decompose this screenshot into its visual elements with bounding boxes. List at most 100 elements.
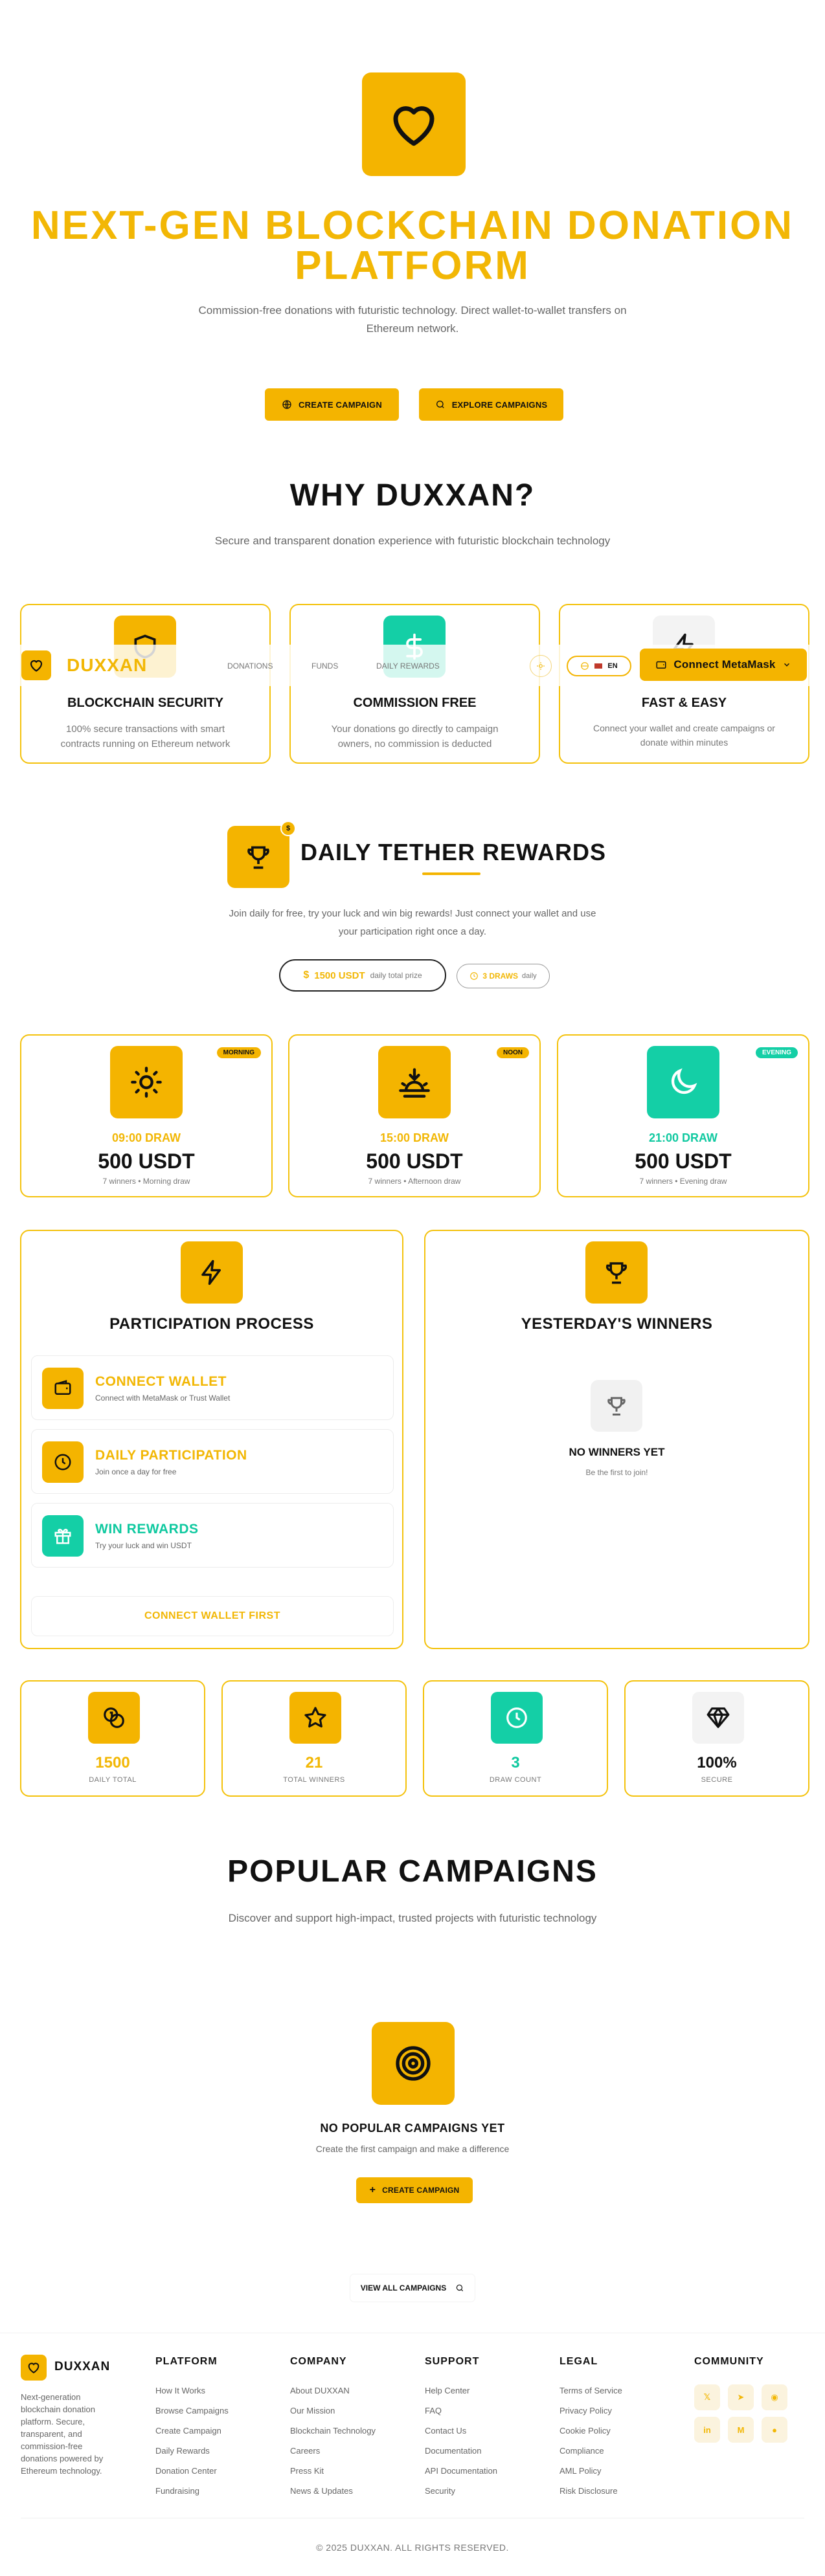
footer-link[interactable]: Help Center bbox=[425, 2386, 497, 2395]
language-select[interactable]: EN bbox=[567, 656, 631, 676]
diamond-icon bbox=[706, 1707, 730, 1728]
stat-total-winners: 21 TOTAL WINNERS bbox=[221, 1680, 407, 1797]
twitter-icon[interactable]: 𝕏 bbox=[694, 2384, 720, 2410]
footer-link[interactable]: Cookie Policy bbox=[559, 2426, 622, 2436]
step-win-rewards: WIN REWARDS Try your luck and win USDT bbox=[31, 1503, 394, 1568]
hero-logo bbox=[362, 72, 466, 176]
brand-name[interactable]: DUXXAN bbox=[67, 655, 147, 676]
footer-link[interactable]: Our Mission bbox=[290, 2406, 376, 2415]
step-daily-participation: DAILY PARTICIPATION Join once a day for … bbox=[31, 1429, 394, 1494]
heart-icon bbox=[30, 660, 43, 672]
nav-donations[interactable]: DONATIONS bbox=[227, 661, 273, 671]
footer-link[interactable]: Create Campaign bbox=[155, 2426, 229, 2436]
sun-icon bbox=[131, 1067, 162, 1098]
popular-subtitle: Discover and support high-impact, truste… bbox=[228, 1912, 597, 1924]
explore-campaigns-button[interactable]: EXPLORE CAMPAIGNS bbox=[419, 388, 563, 421]
heart-icon bbox=[28, 2362, 40, 2373]
footer-link[interactable]: Daily Rewards bbox=[155, 2446, 229, 2456]
draw-time: 09:00 DRAW bbox=[111, 1131, 181, 1144]
chevron-down-icon bbox=[784, 663, 789, 667]
medium-icon[interactable]: M bbox=[728, 2417, 754, 2443]
footer-community: COMMUNITY bbox=[694, 2356, 764, 2367]
telegram-icon[interactable]: ➤ bbox=[728, 2384, 754, 2410]
rewards-title: DAILY TETHER REWARDS bbox=[300, 839, 607, 865]
no-winners-desc: Be the first to join! bbox=[585, 1468, 648, 1477]
draw-card-evening: EVENING 21:00 DRAW 500 USDT 7 winners • … bbox=[557, 1034, 809, 1197]
footer-link[interactable]: News & Updates bbox=[290, 2486, 376, 2496]
draws-chip: 3 DRAWS daily bbox=[457, 964, 550, 988]
footer-company: COMPANY About DUXXAN Our Mission Blockch… bbox=[290, 2356, 376, 2496]
nav-funds[interactable]: FUNDS bbox=[311, 661, 338, 671]
lightning-icon bbox=[201, 1260, 221, 1285]
connect-metamask-button[interactable]: Connect MetaMask bbox=[640, 649, 807, 681]
nav-daily-rewards[interactable]: DAILY REWARDS bbox=[376, 661, 440, 671]
footer-link[interactable]: AML Policy bbox=[559, 2466, 622, 2476]
footer-link[interactable]: API Documentation bbox=[425, 2466, 497, 2476]
footer-link[interactable]: Blockchain Technology bbox=[290, 2426, 376, 2436]
github-icon[interactable]: ● bbox=[762, 2417, 787, 2443]
clock-icon bbox=[54, 1454, 71, 1471]
globe-icon bbox=[282, 400, 291, 409]
linkedin-icon[interactable]: in bbox=[694, 2417, 720, 2443]
prize-chip: $ 1500 USDT daily total prize bbox=[279, 959, 446, 992]
no-campaigns-desc: Create the first campaign and make a dif… bbox=[315, 2144, 510, 2154]
footer-link[interactable]: Careers bbox=[290, 2446, 376, 2456]
draw-badge: EVENING bbox=[755, 1047, 798, 1058]
footer-link[interactable]: How It Works bbox=[155, 2386, 229, 2395]
footer-link[interactable]: Compliance bbox=[559, 2446, 622, 2456]
discord-icon[interactable]: ◉ bbox=[762, 2384, 787, 2410]
no-winners-title: NO WINNERS YET bbox=[569, 1446, 665, 1458]
footer-link[interactable]: About DUXXAN bbox=[290, 2386, 376, 2395]
popular-title: POPULAR CAMPAIGNS bbox=[227, 1854, 598, 1889]
feature-title: FAST & EASY bbox=[641, 696, 727, 710]
footer-legal: LEGAL Terms of Service Privacy Policy Co… bbox=[559, 2356, 622, 2496]
moon-icon bbox=[671, 1068, 697, 1094]
footer-link[interactable]: Press Kit bbox=[290, 2466, 376, 2476]
sun-icon bbox=[537, 662, 545, 670]
star-icon bbox=[304, 1707, 326, 1728]
stat-draw-count: 3 DRAW COUNT bbox=[423, 1680, 608, 1797]
search-icon bbox=[456, 2284, 464, 2292]
draw-badge: MORNING bbox=[216, 1047, 261, 1058]
draw-card-morning: MORNING 09:00 DRAW 500 USDT 7 winners • … bbox=[20, 1034, 273, 1197]
coins-icon bbox=[104, 1707, 124, 1728]
draw-time: 21:00 DRAW bbox=[648, 1131, 718, 1144]
footer-link[interactable]: FAQ bbox=[425, 2406, 497, 2415]
footer-link[interactable]: Security bbox=[425, 2486, 497, 2496]
copyright: © 2025 DUXXAN. ALL RIGHTS RESERVED. bbox=[316, 2542, 509, 2553]
footer-link[interactable]: Privacy Policy bbox=[559, 2406, 622, 2415]
rewards-subtitle: Join daily for free, try your luck and w… bbox=[229, 908, 596, 937]
globe-icon bbox=[581, 662, 589, 670]
footer-link[interactable]: Terms of Service bbox=[559, 2386, 622, 2395]
theme-toggle[interactable] bbox=[530, 655, 552, 677]
flag-icon bbox=[594, 663, 603, 669]
footer-link[interactable]: Contact Us bbox=[425, 2426, 497, 2436]
target-icon bbox=[396, 2046, 431, 2081]
footer-link[interactable]: Documentation bbox=[425, 2446, 497, 2456]
connect-wallet-first-button[interactable]: CONNECT WALLET FIRST bbox=[31, 1596, 394, 1636]
feature-desc: Connect your wallet and create campaigns… bbox=[593, 723, 775, 748]
create-campaign-button[interactable]: CREATE CAMPAIGN bbox=[265, 388, 399, 421]
brand-logo[interactable] bbox=[21, 650, 51, 680]
sunset-icon bbox=[399, 1068, 430, 1098]
trophy-icon bbox=[247, 846, 269, 869]
draw-card-noon: NOON 15:00 DRAW 500 USDT 7 winners • Aft… bbox=[288, 1034, 541, 1197]
draw-amount: 500 USDT bbox=[366, 1149, 463, 1173]
clock-icon bbox=[506, 1707, 527, 1728]
feature-title: BLOCKCHAIN SECURITY bbox=[67, 696, 224, 710]
wallet-icon bbox=[656, 661, 666, 669]
search-icon bbox=[436, 401, 444, 408]
footer-about: Next-generation blockchain donation platfo… bbox=[21, 2392, 104, 2476]
footer-brand: DUXXAN bbox=[54, 2360, 111, 2373]
footer-logo[interactable] bbox=[21, 2355, 47, 2381]
why-title: WHY DUXXAN? bbox=[289, 478, 536, 513]
clock-icon bbox=[470, 972, 479, 980]
footer-link[interactable]: Fundraising bbox=[155, 2486, 229, 2496]
footer-link[interactable]: Risk Disclosure bbox=[559, 2486, 622, 2496]
view-all-campaigns-button[interactable]: VIEW ALL CAMPAIGNS bbox=[350, 2274, 475, 2302]
trophy-icon bbox=[605, 1262, 627, 1284]
create-campaign-button-2[interactable]: + CREATE CAMPAIGN bbox=[356, 2177, 473, 2203]
gift-icon bbox=[54, 1529, 71, 1544]
footer-link[interactable]: Donation Center bbox=[155, 2466, 229, 2476]
footer-link[interactable]: Browse Campaigns bbox=[155, 2406, 229, 2415]
